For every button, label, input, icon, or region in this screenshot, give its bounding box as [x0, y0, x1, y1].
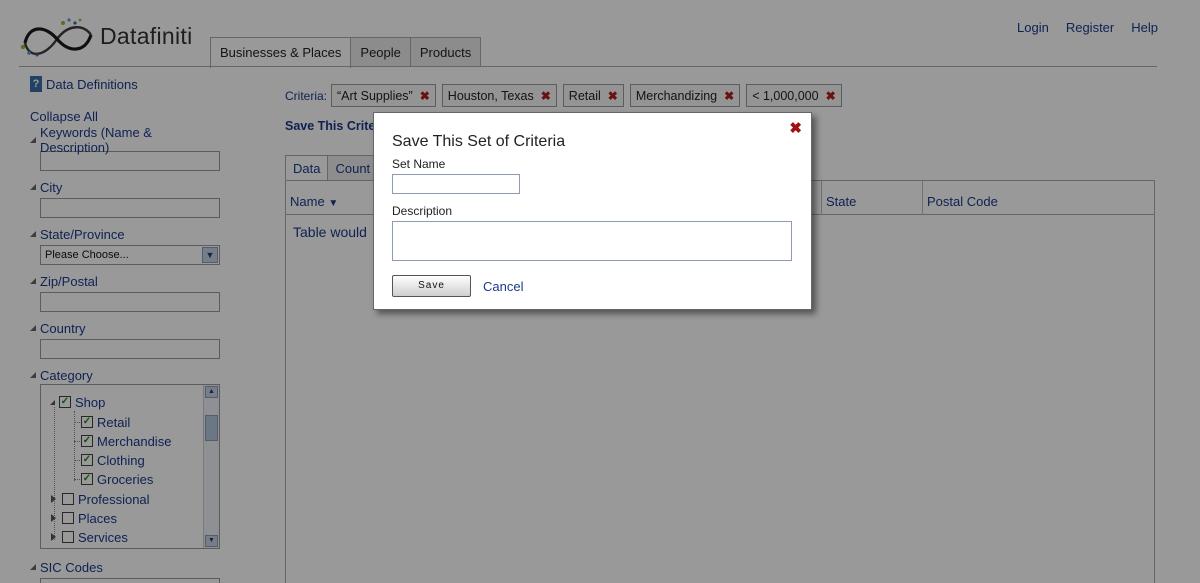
save-button[interactable]: Save — [392, 275, 471, 297]
set-name-input[interactable] — [392, 174, 520, 194]
save-criteria-dialog: ✖ Save This Set of Criteria Set Name Des… — [373, 112, 812, 310]
set-name-label: Set Name — [392, 157, 446, 171]
cancel-link[interactable]: Cancel — [483, 279, 523, 294]
description-label: Description — [392, 204, 453, 218]
close-icon[interactable]: ✖ — [789, 119, 802, 137]
dialog-title: Save This Set of Criteria — [392, 133, 566, 150]
description-textarea[interactable] — [392, 221, 792, 261]
